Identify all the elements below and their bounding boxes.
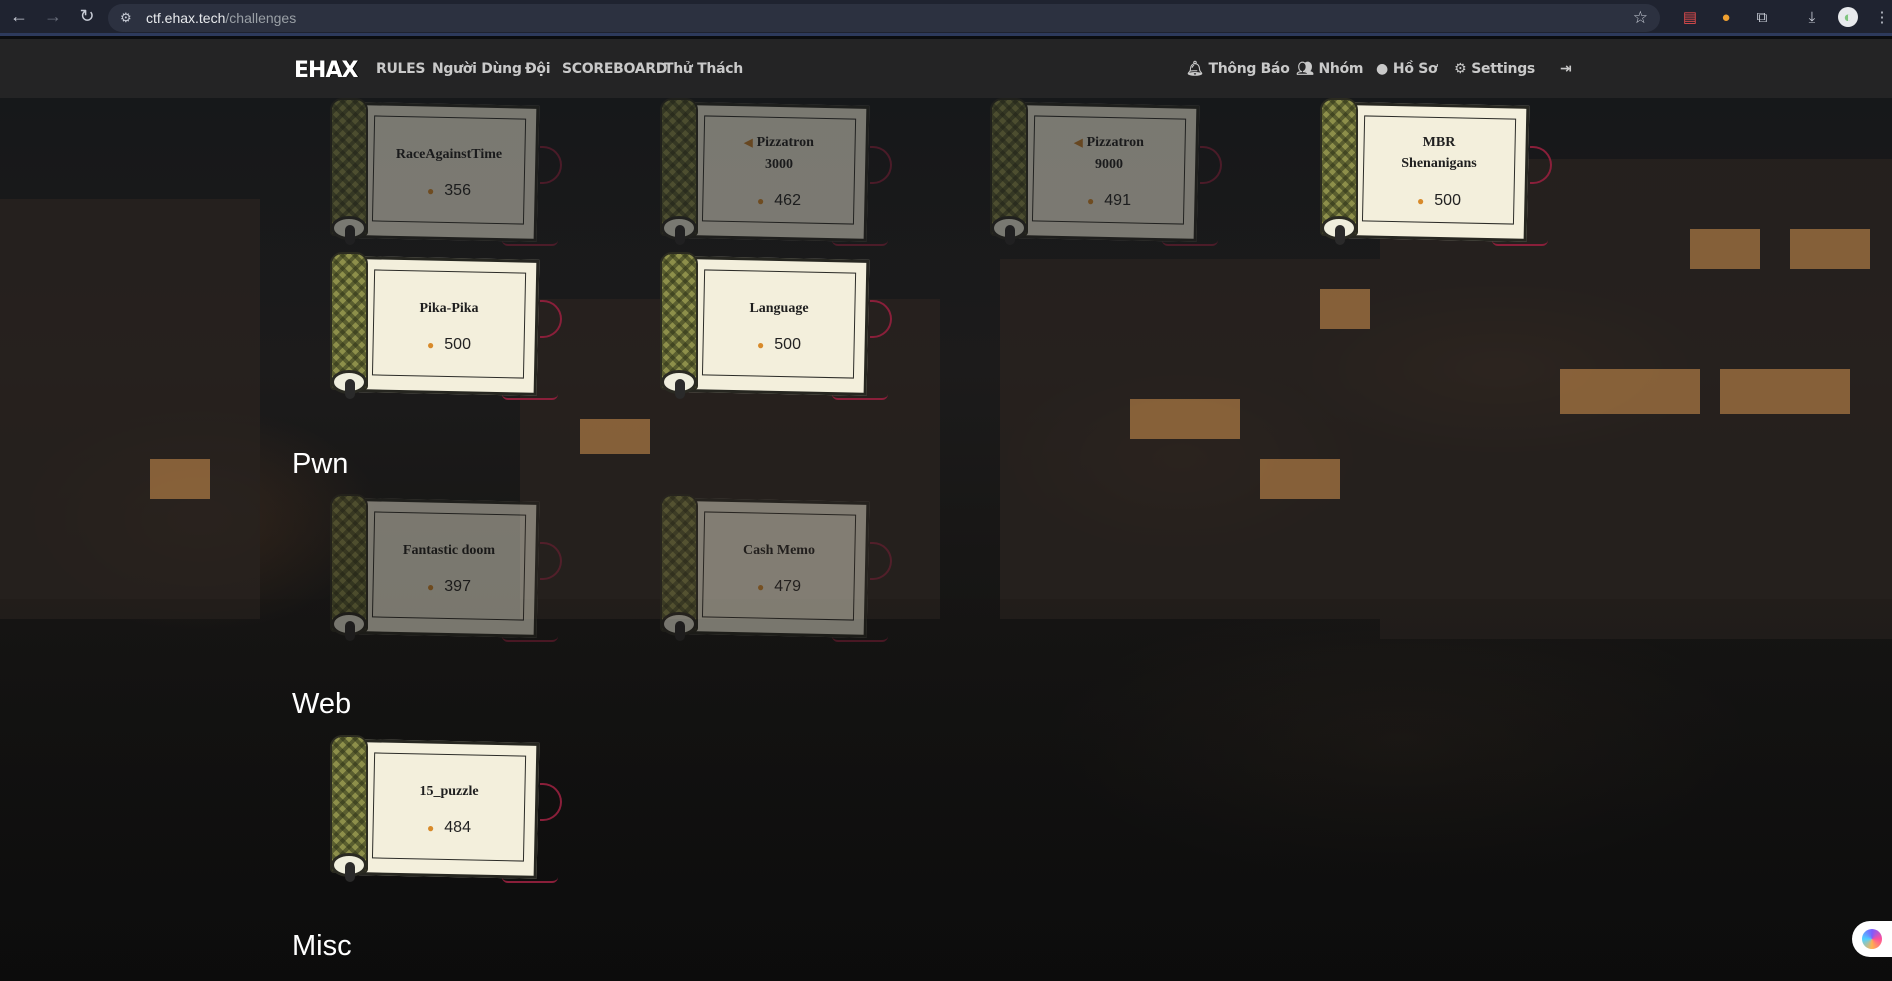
challenge-name: MBR Shenanigans — [1401, 135, 1477, 171]
challenge-points: ● 500 — [690, 336, 868, 354]
nav-notifications[interactable]: 🔔︎ Thông Báo — [1186, 61, 1290, 77]
download-icon[interactable]: ⤓ — [1802, 7, 1822, 27]
site-navbar: EHAX RULES Người Dùng Đội SCOREBOARD Thử… — [0, 39, 1892, 98]
nav-rules[interactable]: RULES — [376, 61, 426, 77]
section-title-pwn: Pwn — [292, 448, 349, 480]
challenge-name: Pika-Pika — [419, 301, 479, 316]
bookmark-star-icon[interactable]: ☆ — [1633, 8, 1648, 28]
site-settings-icon[interactable]: ⚙ — [120, 10, 136, 26]
challenge-points-value: 500 — [1434, 192, 1461, 209]
nav-notifications-label: Thông Báo — [1208, 61, 1290, 77]
money-bag-icon: ● — [1087, 194, 1095, 208]
challenge-card[interactable]: Pika-Pika ● 500 — [330, 252, 562, 402]
challenge-points: ● 500 — [360, 336, 538, 354]
challenge-points: ● 397 — [360, 578, 538, 596]
challenge-name-text: Pizzatron 9000 — [1086, 135, 1144, 172]
challenge-card[interactable]: ◀ Pizzatron 9000 ● 491 — [990, 98, 1222, 248]
back-icon[interactable]: ← — [4, 2, 34, 32]
challenge-points: ● 356 — [360, 182, 538, 200]
ehax-logo[interactable]: EHAX — [294, 58, 358, 83]
background-scene — [0, 39, 1892, 981]
challenge-points-value: 484 — [444, 819, 471, 836]
challenge-name: Cash Memo — [743, 543, 815, 558]
challenge-name: Language — [749, 301, 809, 316]
money-bag-icon: ● — [757, 338, 765, 352]
users-icon: 👥︎ — [1296, 61, 1314, 77]
extension-flag-icon[interactable]: ▤ — [1680, 7, 1700, 27]
nav-teams[interactable]: Đội — [525, 61, 551, 77]
money-bag-icon: ● — [757, 194, 765, 208]
challenge-card[interactable]: 15_puzzle ● 484 — [330, 735, 562, 885]
challenge-name: ◀ Pizzatron 9000 — [1020, 132, 1198, 175]
challenge-name-text: Pizzatron 3000 — [756, 135, 814, 172]
url-path: /challenges — [225, 10, 297, 26]
pizza-icon: ◀ — [744, 137, 753, 149]
user-circle-icon: ● — [1376, 61, 1388, 77]
logo-text: EHAX — [294, 58, 358, 83]
challenge-points-value: 500 — [774, 336, 801, 353]
money-bag-icon: ● — [427, 580, 435, 594]
nav-scoreboard[interactable]: SCOREBOARD — [562, 61, 667, 77]
profile-avatar[interactable]: ◐ — [1838, 7, 1858, 27]
bell-icon: 🔔︎ — [1186, 61, 1204, 77]
money-bag-icon: ● — [427, 184, 435, 198]
challenge-card[interactable]: ◀ Pizzatron 3000 ● 462 — [660, 98, 892, 248]
challenge-name: Fantastic doom — [402, 543, 496, 558]
url-text[interactable]: ctf.ehax.tech/challenges — [146, 10, 296, 26]
challenge-points-value: 500 — [444, 336, 471, 353]
challenge-points-value: 356 — [444, 182, 471, 199]
nav-team-label: Nhóm — [1318, 61, 1364, 77]
challenge-card[interactable]: Language ● 500 — [660, 252, 892, 402]
challenge-points-value: 491 — [1104, 192, 1131, 209]
browser-toolbar: ← → ↻ ⚙ ctf.ehax.tech/challenges ☆ ▤ ● ⧉… — [0, 0, 1892, 36]
challenge-name: 15_puzzle — [419, 784, 479, 799]
challenge-points: ● 462 — [690, 192, 868, 210]
challenge-points-value: 479 — [774, 578, 801, 595]
reload-icon[interactable]: ↻ — [72, 2, 102, 32]
challenge-name: ◀ Pizzatron 3000 — [690, 132, 868, 175]
extension-cookie-icon[interactable]: ● — [1716, 7, 1736, 27]
assistant-widget-button[interactable] — [1852, 921, 1892, 957]
challenge-points: ● 479 — [690, 578, 868, 596]
pizza-icon: ◀ — [1074, 137, 1083, 149]
nav-profile[interactable]: ● Hồ Sơ — [1376, 61, 1438, 77]
challenge-points: ● 491 — [1020, 192, 1198, 210]
challenge-points: ● 484 — [360, 819, 538, 837]
forward-icon[interactable]: → — [38, 2, 68, 32]
money-bag-icon: ● — [427, 821, 435, 835]
nav-users[interactable]: Người Dùng — [432, 61, 522, 77]
extensions-puzzle-icon[interactable]: ⧉ — [1752, 7, 1772, 27]
menu-kebab-icon[interactable]: ⋮ — [1872, 7, 1892, 27]
assistant-logo-icon — [1862, 929, 1882, 949]
address-bar[interactable]: ⚙ ctf.ehax.tech/challenges ☆ — [108, 4, 1660, 32]
logout-icon: ⇥ — [1560, 61, 1572, 77]
challenge-points: ● 500 — [1350, 192, 1528, 210]
nav-settings[interactable]: ⚙ Settings — [1454, 61, 1535, 77]
challenge-card[interactable]: Fantastic doom ● 397 — [330, 494, 562, 644]
challenge-card[interactable]: Cash Memo ● 479 — [660, 494, 892, 644]
challenge-card[interactable]: RaceAgainstTime ● 356 — [330, 98, 562, 248]
nav-team[interactable]: 👥︎ Nhóm — [1296, 61, 1363, 77]
section-title-web: Web — [292, 688, 352, 720]
nav-settings-label: Settings — [1471, 61, 1535, 77]
money-bag-icon: ● — [1417, 194, 1425, 208]
money-bag-icon: ● — [427, 338, 435, 352]
nav-profile-label: Hồ Sơ — [1392, 61, 1438, 77]
url-host: ctf.ehax.tech — [146, 10, 226, 26]
gears-icon: ⚙ — [1454, 61, 1467, 77]
challenge-name: RaceAgainstTime — [395, 147, 503, 162]
challenge-points-value: 397 — [444, 578, 471, 595]
money-bag-icon: ● — [757, 580, 765, 594]
section-title-misc: Misc — [292, 930, 352, 962]
challenge-points-value: 462 — [774, 192, 801, 209]
nav-logout[interactable]: ⇥ — [1560, 61, 1576, 77]
nav-challenges[interactable]: Thử Thách — [664, 61, 743, 77]
challenge-card[interactable]: MBR Shenanigans ● 500 — [1320, 98, 1552, 248]
